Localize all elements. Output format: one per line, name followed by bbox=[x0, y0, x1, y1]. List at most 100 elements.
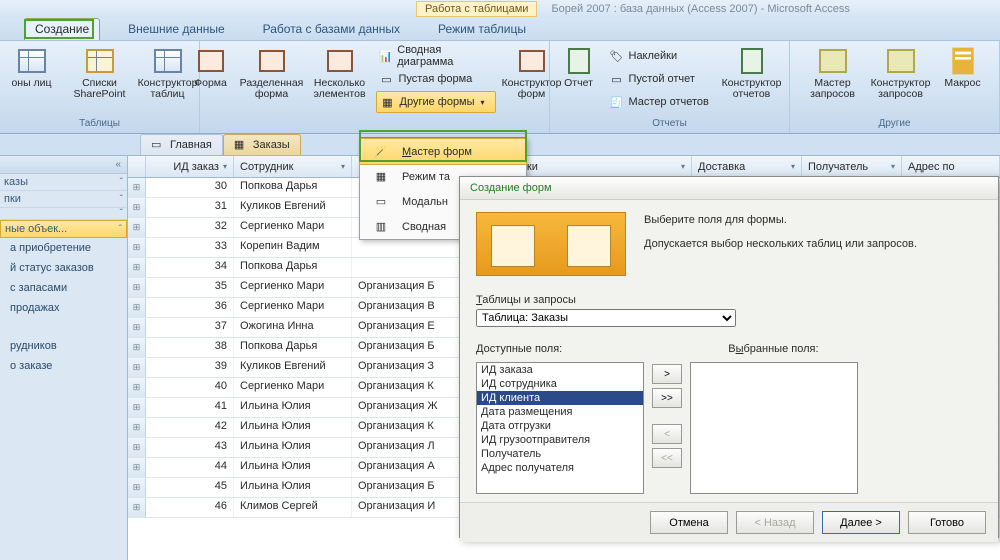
cell-id[interactable]: 33 bbox=[146, 238, 234, 257]
row-expander[interactable]: ⊞ bbox=[128, 218, 146, 237]
cell-employee[interactable]: Ильина Юлия bbox=[234, 438, 352, 457]
row-expander[interactable]: ⊞ bbox=[128, 478, 146, 497]
selected-fields-list[interactable] bbox=[690, 362, 858, 494]
cell-employee[interactable]: Сергиенко Мари bbox=[234, 278, 352, 297]
cell-id[interactable]: 40 bbox=[146, 378, 234, 397]
ribbon-tab-datasheet[interactable]: Режим таблицы bbox=[428, 19, 536, 40]
cell-org[interactable]: Организация К bbox=[352, 418, 462, 437]
cell-employee[interactable]: Сергиенко Мари bbox=[234, 378, 352, 397]
cell-id[interactable]: 46 bbox=[146, 498, 234, 517]
row-expander[interactable]: ⊞ bbox=[128, 258, 146, 277]
cell-employee[interactable]: Попкова Дарья bbox=[234, 258, 352, 277]
field-option[interactable]: ИД грузоотправителя bbox=[477, 433, 643, 447]
cell-id[interactable]: 42 bbox=[146, 418, 234, 437]
back-button[interactable]: < Назад bbox=[736, 511, 814, 534]
row-expander[interactable]: ⊞ bbox=[128, 418, 146, 437]
row-expander[interactable]: ⊞ bbox=[128, 178, 146, 197]
add-all-button[interactable]: >> bbox=[652, 388, 682, 408]
remove-field-button[interactable]: < bbox=[652, 424, 682, 444]
cell-id[interactable]: 35 bbox=[146, 278, 234, 297]
field-option[interactable]: Дата размещения bbox=[477, 405, 643, 419]
nav-header[interactable]: « bbox=[0, 156, 127, 174]
cell-org[interactable] bbox=[352, 238, 462, 257]
field-option[interactable]: ИД сотрудника bbox=[477, 377, 643, 391]
row-expander[interactable]: ⊞ bbox=[128, 458, 146, 477]
row-selector-header[interactable] bbox=[128, 156, 146, 177]
cell-employee[interactable]: Ильина Юлия bbox=[234, 458, 352, 477]
cell-employee[interactable]: Куликов Евгений bbox=[234, 198, 352, 217]
cell-id[interactable]: 31 bbox=[146, 198, 234, 217]
cell-id[interactable]: 45 bbox=[146, 478, 234, 497]
col-header-shipping[interactable]: Доставка▾ bbox=[692, 156, 802, 177]
cell-employee[interactable]: Сергиенко Мари bbox=[234, 218, 352, 237]
split-form-button[interactable]: Разделенная форма bbox=[240, 43, 304, 102]
doc-tab-home[interactable]: ▭Главная bbox=[140, 134, 223, 155]
field-option[interactable]: ИД клиента bbox=[477, 391, 643, 405]
cell-employee[interactable]: Попкова Дарья bbox=[234, 338, 352, 357]
row-expander[interactable]: ⊞ bbox=[128, 338, 146, 357]
blank-form-button[interactable]: ▭Пустая форма bbox=[376, 68, 496, 90]
nav-group-orders[interactable]: казыˇ bbox=[0, 174, 127, 191]
field-option[interactable]: ИД заказа bbox=[477, 363, 643, 377]
cell-id[interactable]: 34 bbox=[146, 258, 234, 277]
row-expander[interactable]: ⊞ bbox=[128, 358, 146, 377]
cell-employee[interactable]: Сергиенко Мари bbox=[234, 298, 352, 317]
cell-employee[interactable]: Климов Сергей bbox=[234, 498, 352, 517]
row-expander[interactable]: ⊞ bbox=[128, 298, 146, 317]
cancel-button[interactable]: Отмена bbox=[650, 511, 728, 534]
macro-button[interactable]: Макрос bbox=[937, 43, 989, 91]
cell-org[interactable]: Организация Б bbox=[352, 338, 462, 357]
col-header-recipient[interactable]: Получатель▾ bbox=[802, 156, 902, 177]
cell-employee[interactable]: Ожогина Инна bbox=[234, 318, 352, 337]
cell-employee[interactable]: Куликов Евгений bbox=[234, 358, 352, 377]
ribbon-tab-external[interactable]: Внешние данные bbox=[118, 19, 235, 40]
form-wizard-menuitem[interactable]: 🪄ММастер формастер форм bbox=[359, 138, 527, 165]
cell-id[interactable]: 36 bbox=[146, 298, 234, 317]
col-header-id[interactable]: ИД заказ▾ bbox=[146, 156, 234, 177]
report-wizard-button[interactable]: 🧾Мастер отчетов bbox=[606, 91, 716, 113]
row-expander[interactable]: ⊞ bbox=[128, 238, 146, 257]
cell-org[interactable]: Организация Б bbox=[352, 278, 462, 297]
multiple-items-button[interactable]: Несколько элементов bbox=[308, 43, 372, 102]
nav-item[interactable]: рудников bbox=[0, 336, 127, 356]
nav-item[interactable]: о заказе bbox=[0, 356, 127, 376]
row-expander[interactable]: ⊞ bbox=[128, 278, 146, 297]
nav-item[interactable]: й статус заказов bbox=[0, 258, 127, 278]
col-header-employee[interactable]: Сотрудник▾ bbox=[234, 156, 352, 177]
cell-id[interactable]: 30 bbox=[146, 178, 234, 197]
row-expander[interactable]: ⊞ bbox=[128, 198, 146, 217]
table-templates-button[interactable]: оны лиц bbox=[0, 43, 64, 91]
cell-org[interactable]: Организация Е bbox=[352, 318, 462, 337]
query-design-button[interactable]: Конструктор запросов bbox=[869, 43, 933, 102]
cell-org[interactable]: Организация Ж bbox=[352, 398, 462, 417]
nav-group-objects[interactable]: ные объек...ˆ bbox=[0, 220, 127, 238]
doc-tab-orders[interactable]: ▦Заказы bbox=[223, 134, 301, 155]
cell-id[interactable]: 37 bbox=[146, 318, 234, 337]
row-expander[interactable]: ⊞ bbox=[128, 498, 146, 517]
cell-id[interactable]: 43 bbox=[146, 438, 234, 457]
cell-org[interactable]: Организация И bbox=[352, 498, 462, 517]
cell-id[interactable]: 38 bbox=[146, 338, 234, 357]
form-button[interactable]: Форма bbox=[186, 43, 236, 91]
cell-employee[interactable]: Ильина Юлия bbox=[234, 478, 352, 497]
cell-employee[interactable]: Ильина Юлия bbox=[234, 418, 352, 437]
blank-report-button[interactable]: ▭Пустой отчет bbox=[606, 68, 716, 90]
cell-id[interactable]: 39 bbox=[146, 358, 234, 377]
cell-employee[interactable]: Корепин Вадим bbox=[234, 238, 352, 257]
cell-employee[interactable]: Ильина Юлия bbox=[234, 398, 352, 417]
cell-id[interactable]: 41 bbox=[146, 398, 234, 417]
cell-employee[interactable]: Попкова Дарья bbox=[234, 178, 352, 197]
report-button[interactable]: Отчет bbox=[556, 43, 602, 91]
report-design-button[interactable]: Конструктор отчетов bbox=[720, 43, 784, 102]
nav-item[interactable]: а приобретение bbox=[0, 238, 127, 258]
cell-org[interactable]: Организация А bbox=[352, 458, 462, 477]
available-fields-list[interactable]: ИД заказаИД сотрудникаИД клиентаДата раз… bbox=[476, 362, 644, 494]
cell-org[interactable]: Организация З bbox=[352, 358, 462, 377]
nav-item[interactable]: продажах bbox=[0, 298, 127, 318]
tables-queries-combo[interactable]: Таблица: Заказы bbox=[476, 309, 736, 327]
field-option[interactable]: Адрес получателя bbox=[477, 461, 643, 475]
cell-id[interactable]: 32 bbox=[146, 218, 234, 237]
remove-all-button[interactable]: << bbox=[652, 448, 682, 468]
cell-id[interactable]: 44 bbox=[146, 458, 234, 477]
col-header-address[interactable]: Адрес по bbox=[902, 156, 1000, 177]
